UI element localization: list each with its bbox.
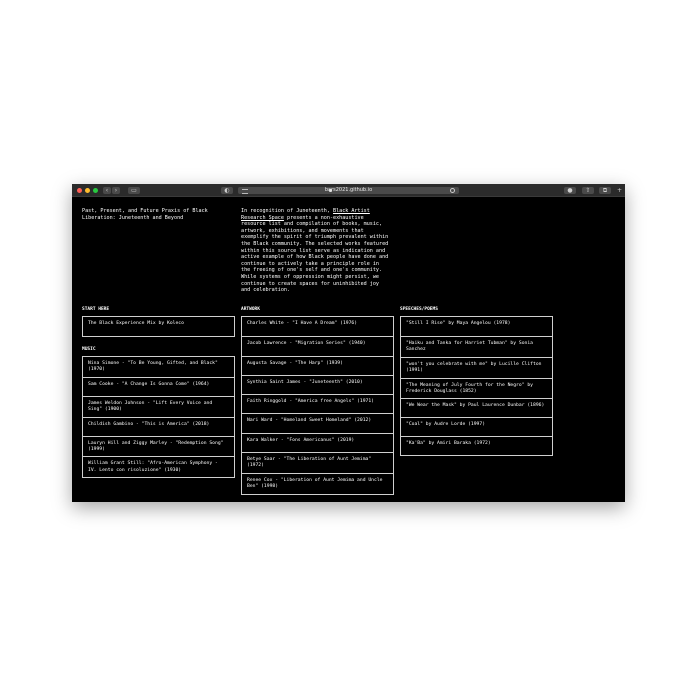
page-title: Past, Present, and Future Praxis of Blac…	[82, 208, 208, 221]
page-content: Past, Present, and Future Praxis of Blac…	[72, 197, 625, 502]
zoom-window-button[interactable]	[93, 187, 98, 193]
list-item[interactable]: James Weldon Johnson - "Lift Every Voice…	[83, 395, 234, 417]
list-item[interactable]: Sam Cooke - "A Change Is Gonna Come" (19…	[83, 376, 234, 396]
music-heading: MUSIC	[82, 347, 96, 352]
list-item[interactable]: Kara Walker - "Fons Americanus" (2019)	[242, 432, 393, 452]
list-item[interactable]: "Haiku and Tanka for Harriet Tubman" by …	[401, 336, 552, 357]
list-item[interactable]: Renee Cox - "Liberation of Aunt Jemima a…	[242, 472, 393, 494]
download-icon[interactable]: ●	[564, 186, 576, 194]
list-item[interactable]: Lauryn Hill and Ziggy Marley - "Redempti…	[83, 435, 234, 457]
list-item[interactable]: Nina Simone - "To Be Young, Gifted, and …	[83, 357, 234, 377]
start-here-list: The Black Experience Mix by Koleco	[82, 316, 235, 337]
new-tab-icon[interactable]: +	[616, 187, 623, 194]
list-item[interactable]: Augusta Savage - "The Harp" (1939)	[242, 355, 393, 375]
music-list: Nina Simone - "To Be Young, Gifted, and …	[82, 356, 235, 479]
intro-suffix: presents a non-exhaustive resource list …	[241, 214, 389, 294]
list-item[interactable]: Childish Gambino - "This is America" (20…	[83, 416, 234, 436]
close-window-button[interactable]	[77, 187, 82, 193]
list-item[interactable]: Nari Ward - "Homeland Sweet Homeland" (2…	[242, 413, 393, 432]
sidebar-toggle-icon[interactable]: ▭	[128, 186, 140, 194]
list-item[interactable]: The Black Experience Mix by Koleco	[83, 317, 234, 336]
privacy-shield-icon[interactable]: ◐	[221, 186, 233, 194]
list-item[interactable]: "won't you celebrate with me" by Lucille…	[401, 356, 552, 378]
artwork-list: Charles White - "I Have A Dream" (1976) …	[241, 316, 394, 495]
share-icon[interactable]: ⇧	[582, 186, 594, 194]
artwork-heading: ARTWORK	[241, 307, 260, 312]
column-right: SPEECHES/POEMS "Still I Rise" by Maya An…	[400, 307, 553, 457]
column-middle: ARTWORK Charles White - "I Have A Dream"…	[241, 307, 394, 495]
forward-button[interactable]: ›	[112, 186, 120, 194]
list-item[interactable]: "We Wear the Mask" by Paul Laurence Dunb…	[401, 398, 552, 417]
list-item[interactable]: Faith Ringgold - "America free Angels" (…	[242, 394, 393, 413]
list-item[interactable]: William Grant Still: "Afro-American Symp…	[83, 456, 234, 477]
list-item[interactable]: "The Meaning of July Fourth for the Negr…	[401, 377, 552, 399]
minimize-window-button[interactable]	[85, 187, 90, 193]
list-item[interactable]: Synthia Saint James - "Juneteenth" (2010…	[242, 374, 393, 394]
browser-window: ‹ › ▭ ◐ bars2021.github.io ● ⇧ ⧉ + Past,…	[72, 184, 625, 502]
reload-icon[interactable]	[450, 188, 455, 193]
address-bar[interactable]: bars2021.github.io	[238, 186, 459, 194]
speeches-list: "Still I Rise" by Maya Angelou (1978) "H…	[400, 316, 553, 457]
intro-prefix: In recognition of Juneteenth,	[241, 208, 334, 214]
column-left: START HERE The Black Experience Mix by K…	[82, 307, 235, 479]
tabs-overview-icon[interactable]: ⧉	[599, 186, 611, 194]
intro-paragraph: In recognition of Juneteenth, Black Arti…	[241, 208, 391, 294]
speeches-heading: SPEECHES/POEMS	[400, 307, 438, 312]
list-item[interactable]: Charles White - "I Have A Dream" (1976)	[242, 317, 393, 336]
list-item[interactable]: "Still I Rise" by Maya Angelou (1978)	[401, 317, 552, 336]
back-button[interactable]: ‹	[103, 186, 111, 194]
list-item[interactable]: "Coal" by Audre Lorde (1997)	[401, 417, 552, 436]
browser-toolbar: ‹ › ▭ ◐ bars2021.github.io ● ⇧ ⧉ +	[72, 184, 625, 197]
list-item[interactable]: "Ka'Ba" by Amiri Baraka (1972)	[401, 436, 552, 455]
start-here-heading: START HERE	[82, 307, 110, 312]
list-item[interactable]: Betye Saar - "The Liberation of Aunt Jem…	[242, 452, 393, 473]
address-url: bars2021.github.io	[324, 186, 373, 193]
list-item[interactable]: Jacob Lawrence - "Migration Series" (194…	[242, 336, 393, 355]
